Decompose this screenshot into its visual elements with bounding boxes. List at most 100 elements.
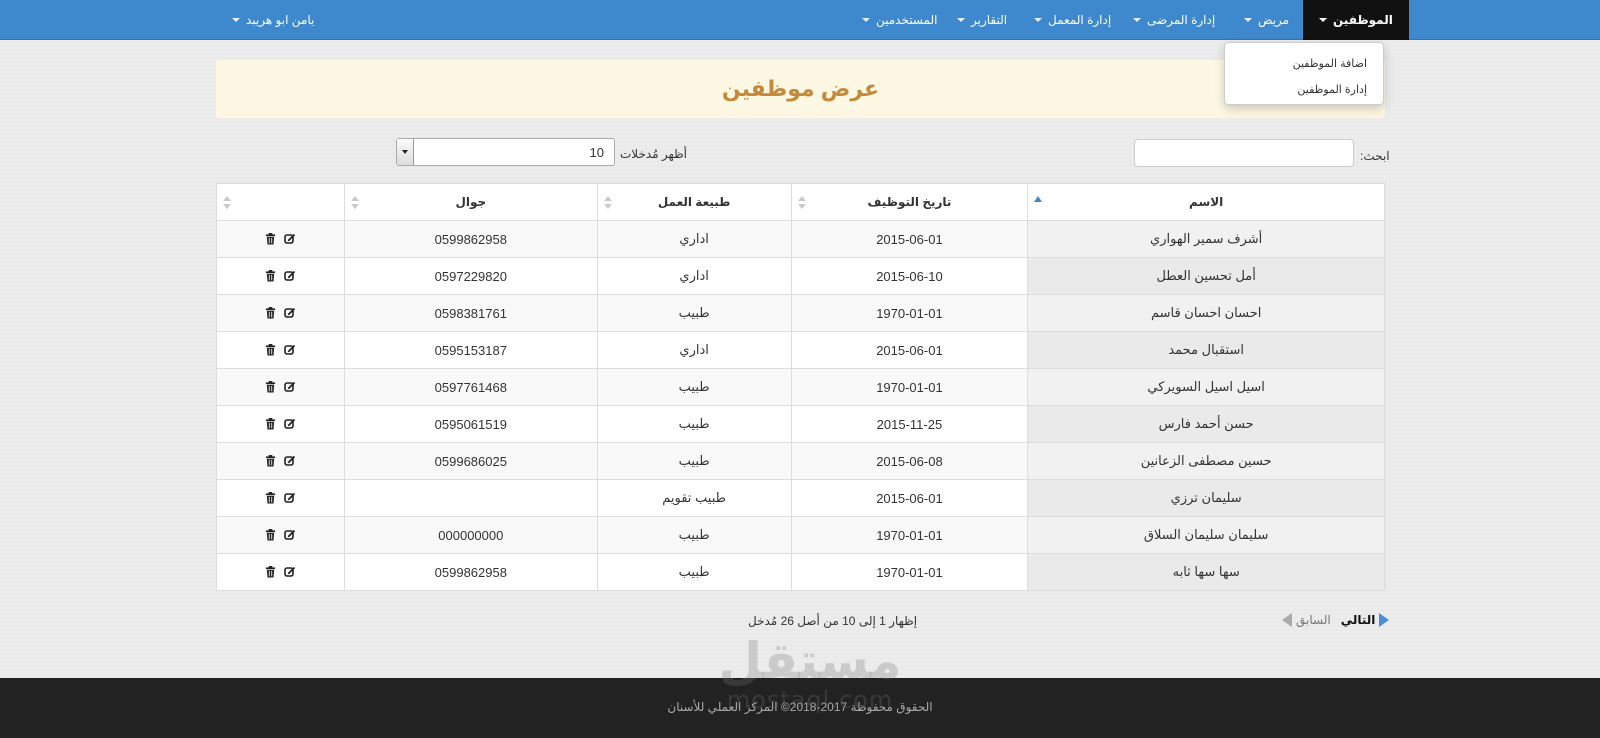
column-header-hire-date[interactable]: تاريخ التوظيف [790,183,1029,221]
table-info: إظهار 1 إلى 10 من أصل 26 مُدخل [748,614,918,628]
page-footer: الحقوق محفوظة 2017-2018© المركز العملي ل… [0,678,1600,738]
next-arrow-icon [1379,613,1390,627]
trash-icon[interactable] [265,269,277,283]
menu-item-manage-employees[interactable]: إدارة الموظفين [1225,77,1383,103]
cell-mobile: 0597229820 [343,257,598,295]
edit-icon[interactable] [284,455,296,468]
trash-icon[interactable] [265,528,277,542]
pagination-next-label: التالي [1340,613,1376,627]
nav-patient[interactable]: مريض [1244,0,1289,40]
nav-lab-management[interactable]: إدارة المعمل [1034,0,1111,40]
edit-icon[interactable] [284,529,296,542]
nav-user-menu[interactable]: يامن ابو هريبد [232,0,314,40]
cell-mobile: 0598381761 [343,294,598,332]
trash-icon[interactable] [265,417,277,431]
menu-item-add-employees[interactable]: اضافة الموظفين [1225,51,1383,77]
pagination-previous-button[interactable]: السابق [1282,613,1331,627]
row-actions [217,380,344,394]
edit-icon[interactable] [284,233,296,246]
previous-arrow-icon [1282,613,1292,627]
cell-name: أشرف سمير الهواري [1027,220,1385,258]
sort-icon [350,196,359,210]
cell-mobile: 0599862958 [343,220,598,258]
employees-table: الاسم تاريخ التوظيف طبيعة العمل جوال أشر… [216,183,1385,591]
chevron-down-icon [1244,18,1252,22]
cell-mobile: 000000000 [343,516,598,554]
cell-hire-date: 2015-06-01 [790,479,1029,517]
column-header-job-type[interactable]: طبيعة العمل [596,183,792,221]
nav-users[interactable]: المستخدمين [862,0,937,40]
pagination-next-button[interactable]: التالي [1341,613,1390,627]
nav-reports[interactable]: التقارير [957,0,1007,40]
cell-name: استقبال محمد [1027,331,1385,369]
column-header-name[interactable]: الاسم [1027,183,1385,221]
cell-mobile: 0599862958 [343,553,598,591]
cell-actions [216,516,345,554]
column-header-hire-date-label: تاريخ التوظيف [867,195,952,209]
edit-icon[interactable] [284,270,296,283]
edit-icon[interactable] [284,492,296,505]
nav-employees[interactable]: الموظفين [1303,0,1409,40]
column-header-actions[interactable] [216,183,345,221]
edit-icon[interactable] [284,344,296,357]
table-row: سليمان سليمان السلاق 1970-01-01 طبيب 000000… [216,516,1385,554]
cell-mobile: 0595153187 [343,331,598,369]
trash-icon[interactable] [265,343,277,357]
nav-patients-management[interactable]: إدارة المرضى [1133,0,1215,40]
trash-icon[interactable] [265,306,277,320]
cell-actions [216,553,345,591]
edit-icon[interactable] [284,418,296,431]
cell-job-type: اداري [596,220,792,258]
row-actions [217,491,344,505]
trash-icon[interactable] [265,232,277,246]
nav-users-label: المستخدمين [876,13,938,27]
nav-lab-management-label: إدارة المعمل [1048,13,1112,27]
cell-hire-date: 2015-06-01 [790,220,1029,258]
edit-icon[interactable] [284,307,296,320]
cell-actions [216,331,345,369]
chevron-down-icon [402,150,408,154]
trash-icon[interactable] [265,380,277,394]
search-input[interactable] [1134,139,1354,167]
sort-ascending-icon [1034,196,1043,202]
cell-actions [216,368,345,406]
cell-hire-date: 1970-01-01 [790,368,1029,406]
length-label: أظهر مُدخلات [620,147,687,161]
chevron-down-icon [862,18,870,22]
cell-hire-date: 1970-01-01 [790,294,1029,332]
cell-job-type: طبيب [596,442,792,480]
cell-actions [216,294,345,332]
trash-icon[interactable] [265,565,277,579]
table-row: حسن أحمد فارس 2015-11-25 طبيب 0595061519 [216,405,1385,443]
edit-icon[interactable] [284,566,296,579]
cell-job-type: اداري [596,331,792,369]
trash-icon[interactable] [265,454,277,468]
cell-mobile: 0599686025 [343,442,598,480]
nav-user-name: يامن ابو هريبد [246,13,315,27]
entries-length-select[interactable]: 10 [396,138,615,166]
cell-hire-date: 2015-06-08 [790,442,1029,480]
cell-mobile [343,479,598,517]
cell-name: سليمان ترزي [1027,479,1385,517]
table-row: استقبال محمد 2015-06-01 اداري 0595153187 [216,331,1385,369]
column-header-mobile[interactable]: جوال [343,183,598,221]
cell-hire-date: 2015-06-10 [790,257,1029,295]
row-actions [217,269,344,283]
table-body: أشرف سمير الهواري 2015-06-01 اداري 05998629… [216,220,1385,591]
nav-employees-label: الموظفين [1333,13,1393,27]
cell-mobile: 0595061519 [343,405,598,443]
select-arrow-button[interactable] [397,139,414,165]
edit-icon[interactable] [284,381,296,394]
cell-actions [216,257,345,295]
cell-job-type: طبيب [596,294,792,332]
table-row: سليمان ترزي 2015-06-01 طبيب تقويم [216,479,1385,517]
footer-copyright: الحقوق محفوظة 2017-2018© المركز العملي ل… [667,700,933,714]
column-header-mobile-label: جوال [455,195,487,209]
cell-job-type: طبيب [596,516,792,554]
table-header-row: الاسم تاريخ التوظيف طبيعة العمل جوال [216,183,1385,221]
cell-name: أمل تحسين العطل [1027,257,1385,295]
cell-name: احسان احسان قاسم [1027,294,1385,332]
page-title: عرض موظفين [721,76,880,101]
row-actions [217,306,344,320]
trash-icon[interactable] [265,491,277,505]
